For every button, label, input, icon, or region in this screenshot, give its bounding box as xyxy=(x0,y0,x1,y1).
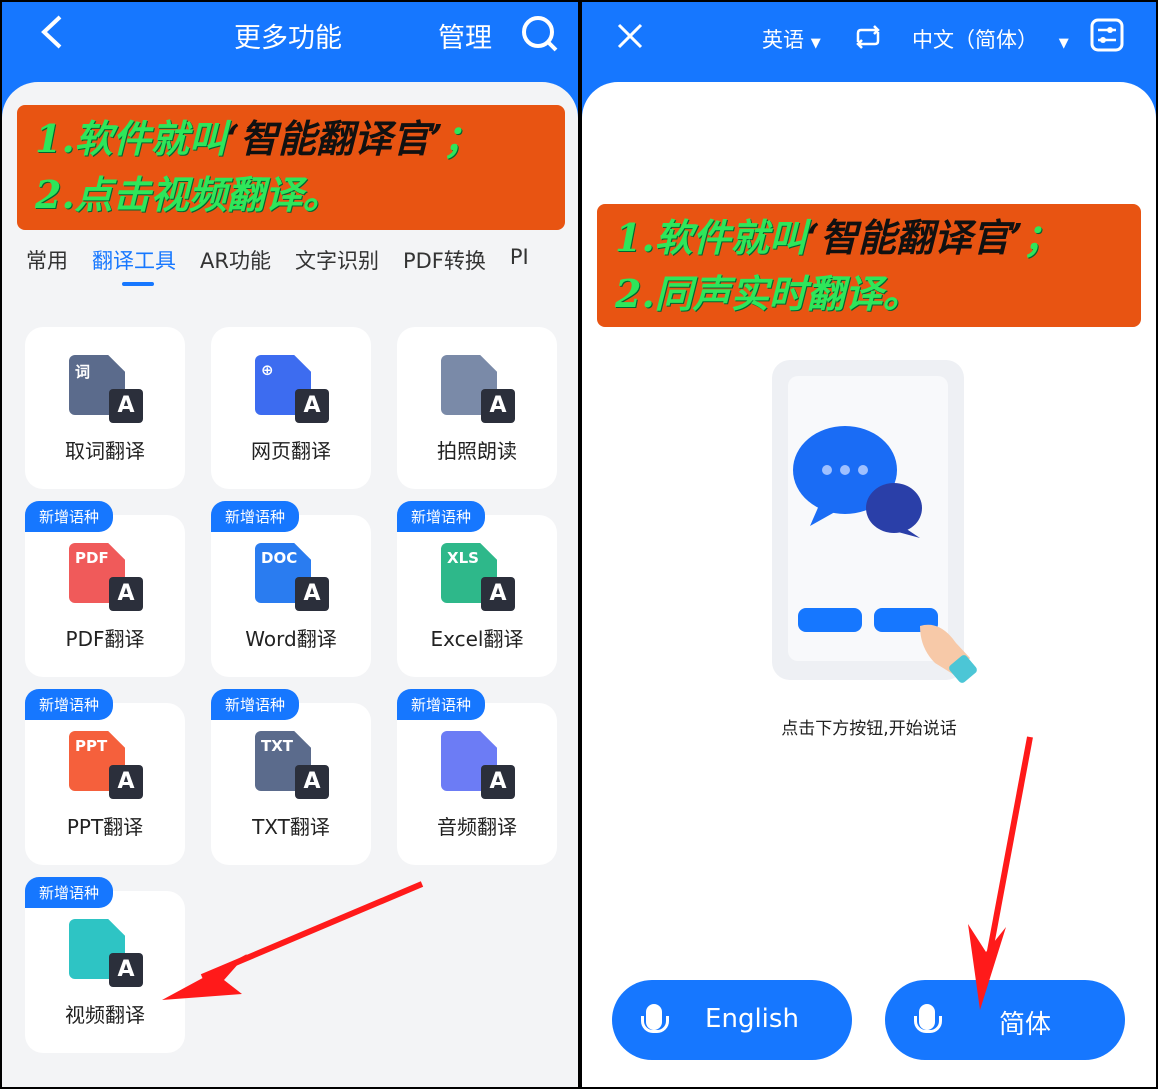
red-arrow-annotation xyxy=(162,881,424,1000)
more-features-screen: 更多功能 管理 1.软件就叫‘智能翻译官’； 2.点击视频翻译。 常用 翻译工具 A… xyxy=(2,2,578,1087)
red-arrow-annotation xyxy=(968,736,1033,1010)
simultaneous-translation-screen: 英语 ▼ 中文（简体） ▼ 1.软件就叫‘智能翻译官’； 2.同声实时翻译。 点… xyxy=(582,2,1156,1087)
